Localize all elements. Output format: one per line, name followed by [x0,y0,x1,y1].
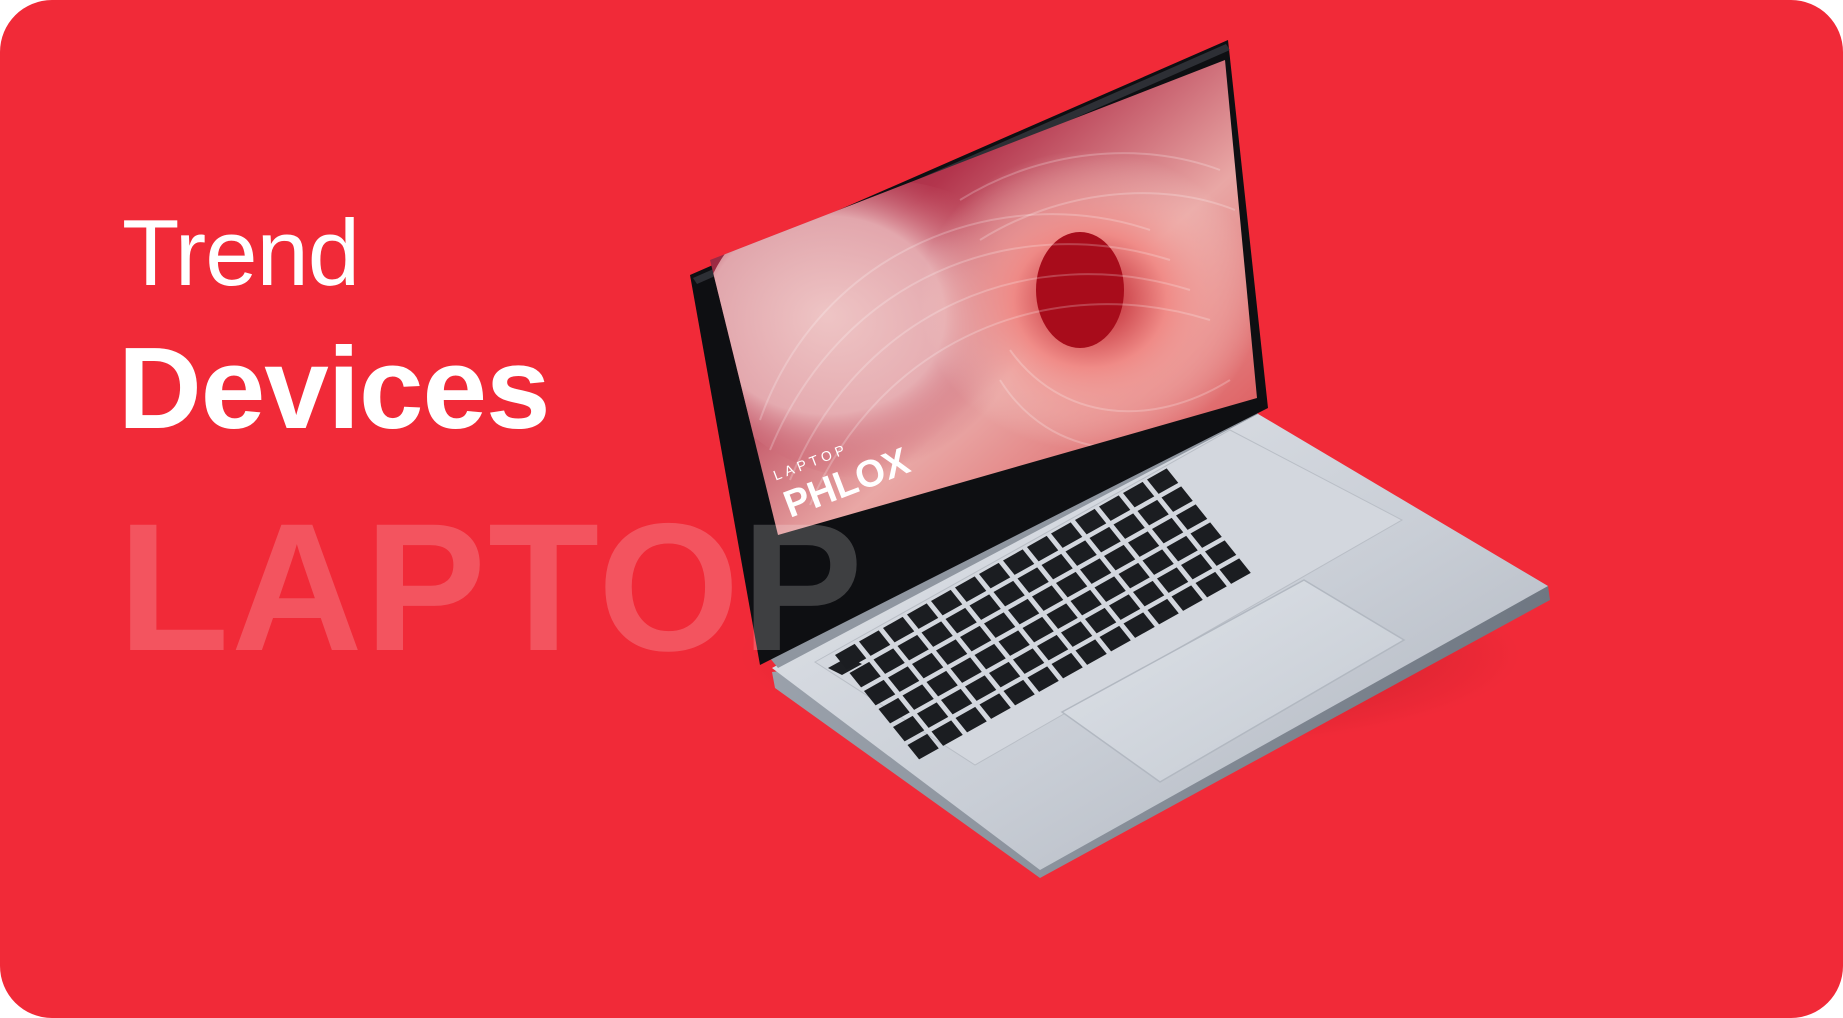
hero-eyebrow: Trend [122,200,360,305]
promo-card: LAPTOP PHLOX Trend Devices LAPTOP [0,0,1843,1018]
hero-headline: Devices [118,323,551,453]
hero-watermark: LAPTOP [118,485,865,689]
